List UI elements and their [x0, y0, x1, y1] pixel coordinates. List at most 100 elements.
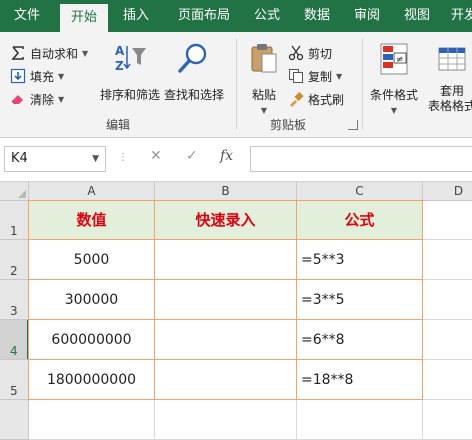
group-divider	[236, 38, 237, 130]
table-cell-value[interactable]: 5000	[29, 240, 155, 280]
table-cell-quick-entry[interactable]	[155, 240, 297, 280]
table-header-formula[interactable]: 公式	[297, 201, 423, 240]
paste-label: 粘贴	[251, 88, 276, 102]
cell-d6[interactable]	[423, 400, 472, 440]
sort-filter-label: 排序和筛选	[99, 88, 160, 102]
formula-bar: K4 ▼ ⋮ ✕ ✓ fx	[0, 138, 472, 182]
cell-d4[interactable]	[423, 320, 472, 360]
table-format-button[interactable]: 套用 表格格式	[424, 42, 472, 114]
format-painter-label: 格式刷	[308, 92, 345, 107]
eraser-icon	[10, 91, 26, 107]
row-header-4[interactable]: 4	[0, 320, 29, 360]
tab-page-layout[interactable]: 页面布局	[166, 0, 242, 32]
paste-button[interactable]: 粘贴 ▼	[244, 42, 284, 118]
dialog-launcher-icon[interactable]	[348, 120, 358, 130]
cell-c6[interactable]	[297, 400, 423, 440]
table-format-label-2: 表格格式	[427, 99, 472, 113]
svg-text:≠: ≠	[396, 55, 404, 65]
svg-text:A: A	[115, 44, 125, 58]
row-header-6[interactable]	[0, 400, 29, 440]
table-cell-value[interactable]: 1800000000	[29, 360, 155, 400]
chevron-down-icon: ▼	[390, 106, 398, 115]
cell-b6[interactable]	[155, 400, 297, 440]
column-header-d[interactable]: D	[423, 182, 472, 201]
sigma-icon	[10, 45, 26, 61]
copy-icon	[288, 68, 304, 84]
table-cell-value[interactable]: 600000000	[29, 320, 155, 360]
splitter-handle-icon[interactable]: ⋮	[118, 152, 128, 163]
sort-filter-button[interactable]: A Z 排序和筛选	[98, 42, 162, 103]
chevron-down-icon: ▼	[58, 94, 65, 104]
clear-label: 清除	[30, 92, 55, 107]
column-header-a[interactable]: A	[29, 182, 155, 201]
table-format-label-1: 套用	[439, 84, 464, 98]
autosum-label: 自动求和	[30, 46, 79, 61]
table-cell-quick-entry[interactable]	[155, 280, 297, 320]
svg-text:Z: Z	[115, 59, 124, 73]
conditional-format-button[interactable]: ≠ 条件格式 ▼	[366, 42, 422, 118]
ribbon-tab-bar: 文件 开始 插入 页面布局 公式 数据 审阅 视图 开发	[0, 0, 472, 32]
table-border-left	[28, 201, 29, 401]
row-header-3[interactable]: 3	[0, 280, 29, 320]
find-select-label: 查找和选择	[163, 88, 224, 102]
chevron-down-icon: ▼	[82, 48, 89, 58]
cut-label: 剪切	[308, 46, 333, 61]
table-cell-formula[interactable]: =5**3	[297, 240, 423, 280]
column-header-b[interactable]: B	[155, 182, 297, 201]
chevron-down-icon: ▼	[58, 71, 65, 81]
table-border-top	[28, 200, 424, 201]
magnifier-icon	[176, 42, 212, 80]
formula-input[interactable]	[250, 146, 472, 172]
cancel-icon[interactable]: ✕	[150, 148, 162, 164]
group-divider	[362, 38, 363, 130]
table-header-value[interactable]: 数值	[29, 201, 155, 240]
table-cell-value[interactable]: 300000	[29, 280, 155, 320]
conditional-format-icon: ≠	[379, 42, 409, 80]
table-cell-quick-entry[interactable]	[155, 320, 297, 360]
select-all-button[interactable]	[0, 182, 29, 201]
scissors-icon	[288, 45, 304, 61]
cell-d3[interactable]	[423, 280, 472, 320]
cell-a6[interactable]	[29, 400, 155, 440]
table-header-quick-entry[interactable]: 快速录入	[155, 201, 297, 240]
row-header-5[interactable]: 5	[0, 360, 29, 400]
enter-icon[interactable]: ✓	[186, 148, 198, 164]
insert-function-icon[interactable]: fx	[220, 148, 233, 164]
tab-data[interactable]: 数据	[294, 0, 340, 32]
fill-label: 填充	[30, 69, 55, 84]
tab-file[interactable]: 文件	[0, 0, 54, 32]
row-header-1[interactable]: 1	[0, 201, 29, 240]
cut-button[interactable]: 剪切	[288, 42, 332, 64]
fill-down-icon	[10, 68, 26, 84]
clear-button[interactable]: 清除 ▼	[10, 88, 64, 110]
format-painter-button[interactable]: 格式刷	[288, 88, 344, 110]
autosum-button[interactable]: 自动求和 ▼	[10, 42, 88, 64]
table-cell-formula[interactable]: =6**8	[297, 320, 423, 360]
cell-d1[interactable]	[423, 201, 472, 240]
table-cell-quick-entry[interactable]	[155, 360, 297, 400]
conditional-format-label: 条件格式	[369, 88, 418, 102]
tab-formulas[interactable]: 公式	[244, 0, 290, 32]
copy-label: 复制	[308, 69, 333, 84]
name-box[interactable]: K4 ▼	[4, 146, 106, 172]
tab-developer[interactable]: 开发	[444, 0, 472, 32]
chevron-down-icon[interactable]: ▼	[92, 147, 99, 171]
spreadsheet-grid[interactable]: A B C D 1 2 3 4 5 数值 快速录入 公式 5000 =5**3 …	[0, 182, 472, 440]
tab-view[interactable]: 视图	[394, 0, 440, 32]
find-select-button[interactable]: 查找和选择	[162, 42, 226, 103]
clipboard-group-label: 剪贴板	[270, 118, 307, 132]
tab-home[interactable]: 开始	[60, 4, 108, 32]
copy-button[interactable]: 复制 ▼	[288, 65, 342, 87]
sort-filter-icon: A Z	[112, 42, 148, 80]
chevron-down-icon: ▼	[336, 71, 343, 81]
cell-d2[interactable]	[423, 240, 472, 280]
table-cell-formula[interactable]: =3**5	[297, 280, 423, 320]
fill-button[interactable]: 填充 ▼	[10, 65, 64, 87]
column-header-c[interactable]: C	[297, 182, 423, 201]
tab-insert[interactable]: 插入	[110, 0, 162, 32]
tab-review[interactable]: 审阅	[344, 0, 390, 32]
table-cell-formula[interactable]: =18**8	[297, 360, 423, 400]
row-header-2[interactable]: 2	[0, 240, 29, 280]
cell-d5[interactable]	[423, 360, 472, 400]
clipboard-icon	[249, 42, 279, 80]
